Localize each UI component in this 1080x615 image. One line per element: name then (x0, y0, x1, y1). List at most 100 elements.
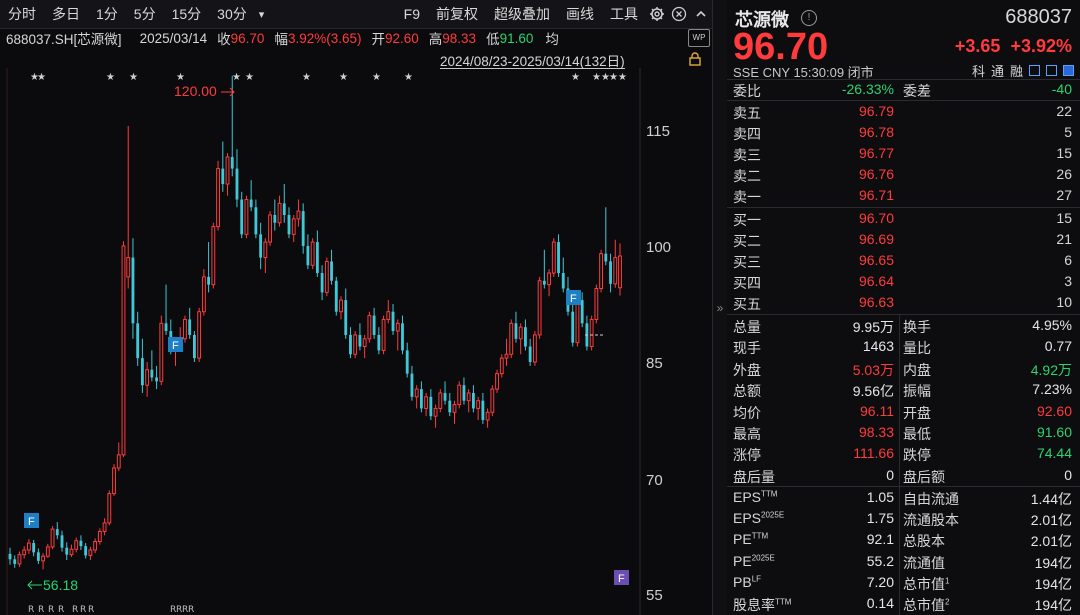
stat-value: 98.33 (858, 424, 894, 440)
period-more-dropdown[interactable]: ▾ (255, 8, 269, 21)
event-star-icon[interactable]: ★ (129, 72, 138, 83)
bids-label: 买五 (733, 296, 761, 312)
asks-row[interactable]: 卖五 96.79 22 (727, 101, 1080, 122)
f9-button[interactable]: F9 (396, 6, 428, 22)
chevron-up-icon[interactable] (690, 3, 712, 25)
infobar-close: 96.70 (230, 30, 265, 46)
event-star-icon[interactable]: ★ (339, 72, 348, 83)
period-tab-multiday[interactable]: 多日 (44, 4, 88, 24)
period-tab-1min[interactable]: 1分 (88, 4, 126, 24)
candle-body (599, 253, 604, 290)
r-marker-icon[interactable]: R (48, 605, 54, 615)
fund-label: PE2025E (733, 553, 775, 569)
asks-row[interactable]: 卖二 96.76 26 (727, 164, 1080, 185)
period-tab-30min[interactable]: 30分 (209, 4, 255, 24)
candle-body (84, 546, 88, 556)
event-star-icon[interactable]: ★ (609, 72, 618, 83)
square-icon[interactable] (1029, 65, 1040, 76)
infobar-date: 2025/03/14 (139, 30, 208, 46)
fund-label: 总股本 (903, 531, 945, 551)
stat-value: 7.23% (1032, 381, 1072, 398)
asks-row[interactable]: 卖三 96.77 15 (727, 143, 1080, 164)
bids-row[interactable]: 买二 96.69 21 (727, 229, 1080, 250)
bids-row[interactable]: 买三 96.65 6 (727, 250, 1080, 271)
gear-icon[interactable] (646, 3, 668, 25)
candle-body (476, 400, 481, 409)
period-tab-intraday[interactable]: 分时 (0, 4, 44, 24)
r-marker-icon[interactable]: R (188, 605, 194, 615)
event-star-icon[interactable]: ★ (176, 72, 185, 83)
date-range[interactable]: 2024/08/23-2025/03/14(132日) (440, 50, 625, 69)
stat-value: 96.11 (860, 402, 894, 419)
r-marker-icon[interactable]: R (28, 605, 34, 615)
marker-f-3[interactable]: F (566, 290, 581, 305)
bids-row[interactable]: 买一 96.70 15 (727, 208, 1080, 229)
asks-price: 96.76 (858, 166, 894, 182)
asks-row[interactable]: 卖一 96.71 27 (727, 185, 1080, 206)
lock-icon[interactable] (689, 52, 701, 69)
fund-label-text: 总市值 (903, 597, 945, 613)
overlay-button[interactable]: 超级叠加 (486, 4, 558, 24)
event-star-icon[interactable]: ★ (372, 72, 381, 83)
event-star-icon[interactable]: ★ (571, 72, 580, 83)
period-tab-5min[interactable]: 5分 (126, 4, 164, 24)
stat-label: 涨停 (733, 447, 761, 464)
marker-f-text: F (570, 293, 577, 305)
bids-row[interactable]: 买五 96.63 10 (727, 292, 1080, 313)
stats-row: 涨停 111.66 跌停 74.44 (727, 443, 1080, 464)
event-star-icon[interactable]: ★ (232, 72, 241, 83)
candlestick-chart[interactable]: 115 100 85 70 55 ★★ ★ ★ ★ ★ ★ ★ ★ ★ ★ ★ ★ ★ ★ ★ 120.00… (0, 68, 712, 615)
infobar-open-label: 开 (371, 32, 385, 47)
period-tab-15min[interactable]: 15分 (164, 4, 210, 24)
asks-row[interactable]: 卖四 96.78 5 (727, 122, 1080, 143)
expand-icon[interactable] (1046, 65, 1057, 76)
draw-line-button[interactable]: 画线 (558, 4, 602, 24)
fund-value: 55.2 (866, 552, 894, 569)
wp-icon[interactable]: WP (688, 29, 710, 47)
bids-row[interactable]: 买四 96.64 3 (727, 271, 1080, 292)
candle-body (334, 280, 338, 312)
fund-label-text: PE (733, 552, 752, 569)
candle-body (547, 272, 551, 286)
r-marker-icon[interactable]: R (58, 605, 64, 615)
y-axis-ticks: 115 100 85 70 55 (646, 123, 671, 604)
event-star-icon[interactable]: ★ (404, 72, 413, 83)
marker-f-2[interactable]: F (168, 337, 183, 352)
event-star-icon[interactable]: ★ (245, 72, 254, 83)
r-marker-icon[interactable]: R (72, 605, 78, 615)
adjust-forward-button[interactable]: 前复权 (428, 4, 486, 24)
min-label: 56.18 (43, 577, 78, 593)
fund-label: 流通股本 (903, 510, 959, 530)
event-star-icon[interactable]: ★ (302, 72, 311, 83)
fund-label-sup: LF (751, 574, 762, 584)
marker-f-1[interactable]: F (24, 513, 39, 528)
candle-body (433, 407, 438, 417)
event-star-icon[interactable]: ★ (592, 72, 601, 83)
tools-button[interactable]: 工具 (602, 4, 646, 24)
fund-label: 总市值2 (903, 595, 949, 615)
stat-value: 5.03万 (852, 361, 894, 378)
candle-body (102, 522, 107, 532)
r-marker-icon[interactable]: R (80, 605, 86, 615)
event-star-icon[interactable]: ★ (37, 72, 46, 83)
candle-body (537, 280, 542, 336)
chevron-right-icon: » (716, 300, 724, 315)
event-star-icon[interactable]: ★ (106, 72, 115, 83)
fund-value: 92.1 (866, 531, 894, 548)
stats-row: 外盘 5.03万 内盘 4.92万 (727, 358, 1080, 379)
close-icon[interactable] (668, 3, 690, 25)
collapse-toggle[interactable]: » (713, 0, 727, 615)
marker-f-4[interactable]: F (614, 570, 629, 585)
fund-value: 194亿 (1034, 554, 1072, 571)
event-star-icon[interactable]: ★ (618, 72, 627, 83)
r-marker-icon[interactable]: R (88, 605, 94, 615)
r-marker-icon[interactable]: R (38, 605, 44, 615)
stat-label: 最低 (903, 426, 931, 442)
candle-body (244, 199, 249, 235)
asks-price: 96.78 (858, 124, 894, 140)
stat-value: 4.95% (1032, 317, 1072, 333)
info-icon[interactable]: ! (801, 10, 817, 26)
stat-label: 跌停 (903, 447, 931, 464)
candle-body (277, 202, 282, 224)
plus-icon[interactable] (1063, 65, 1074, 76)
